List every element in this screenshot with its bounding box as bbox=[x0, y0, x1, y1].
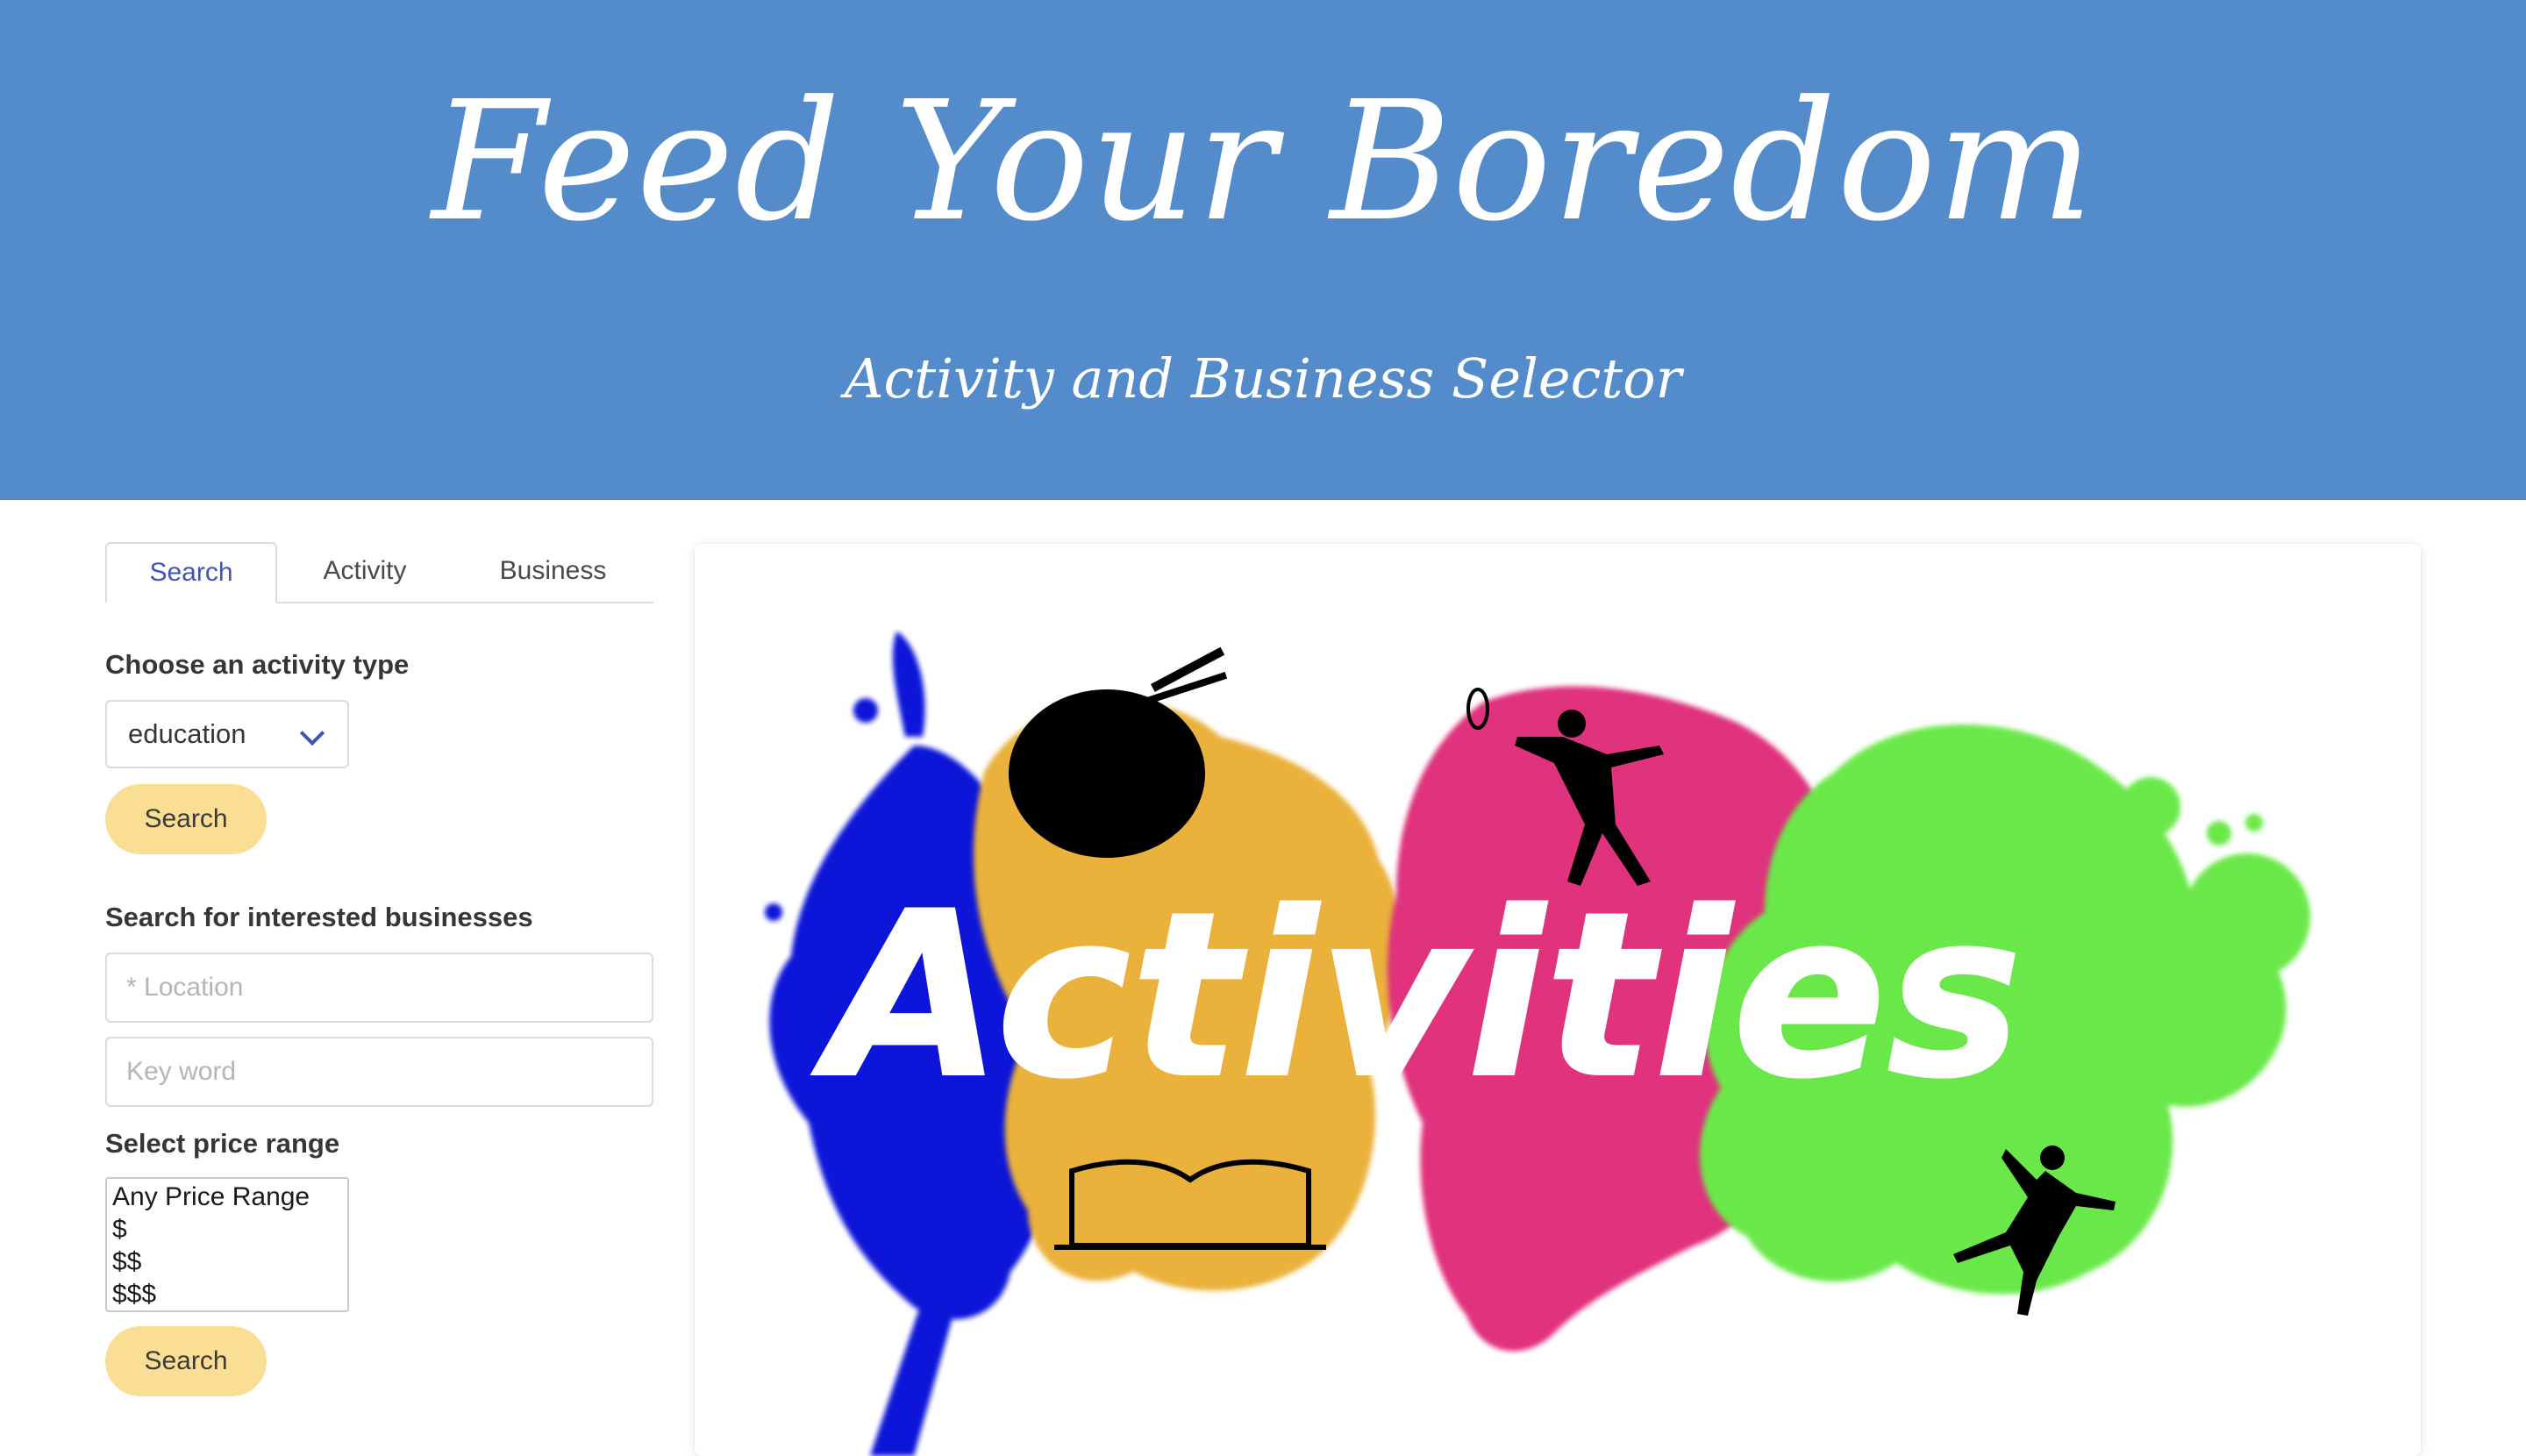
blue-drop-1 bbox=[853, 698, 878, 723]
activity-type-label: Choose an activity type bbox=[105, 649, 410, 680]
location-input[interactable]: * Location bbox=[105, 953, 653, 1023]
blue-drop-2 bbox=[765, 903, 782, 921]
chevron-down-icon bbox=[299, 720, 325, 746]
activity-type-value: education bbox=[128, 718, 246, 749]
activity-search-button[interactable]: Search bbox=[105, 784, 267, 854]
activities-image: Activities bbox=[765, 632, 2310, 1456]
blue-drip-top bbox=[892, 632, 925, 737]
tennis-player-head bbox=[1558, 710, 1586, 738]
green-bubble-4 bbox=[2245, 814, 2263, 831]
price-option-2[interactable]: $$ bbox=[112, 1245, 342, 1278]
green-bubble-2 bbox=[2184, 853, 2310, 980]
tab-business[interactable]: Business bbox=[453, 542, 653, 602]
green-bubble-3 bbox=[2207, 821, 2231, 846]
business-search-button[interactable]: Search bbox=[105, 1326, 267, 1396]
activity-type-select[interactable]: education bbox=[105, 700, 349, 768]
palette-shape bbox=[1009, 689, 1205, 858]
dancer-head bbox=[2040, 1146, 2065, 1170]
activities-card: Activities bbox=[695, 544, 2421, 1456]
price-option-3[interactable]: $$$ bbox=[112, 1278, 342, 1310]
price-option-1[interactable]: $ bbox=[112, 1213, 342, 1245]
business-search-label: Search for interested businesses bbox=[105, 902, 533, 932]
search-sidebar: Search Activity Business Choose an activ… bbox=[105, 542, 653, 1396]
tab-search[interactable]: Search bbox=[105, 542, 277, 603]
activities-word: Activities bbox=[809, 864, 2023, 1129]
tab-bar: Search Activity Business bbox=[105, 542, 653, 603]
tab-activity[interactable]: Activity bbox=[277, 542, 453, 602]
price-range-label: Select price range bbox=[105, 1128, 340, 1159]
green-bubble-1 bbox=[2121, 777, 2180, 837]
site-subtitle: Activity and Business Selector bbox=[844, 346, 1682, 410]
hero-header: Feed Your Boredom Activity and Business … bbox=[0, 0, 2526, 500]
site-title: Feed Your Boredom bbox=[432, 66, 2094, 258]
price-range-listbox[interactable]: Any Price Range $ $$ $$$ bbox=[105, 1177, 349, 1312]
price-option-any[interactable]: Any Price Range bbox=[112, 1181, 342, 1213]
keyword-input[interactable]: Key word bbox=[105, 1037, 653, 1107]
blue-drip-bottom bbox=[870, 1298, 958, 1456]
